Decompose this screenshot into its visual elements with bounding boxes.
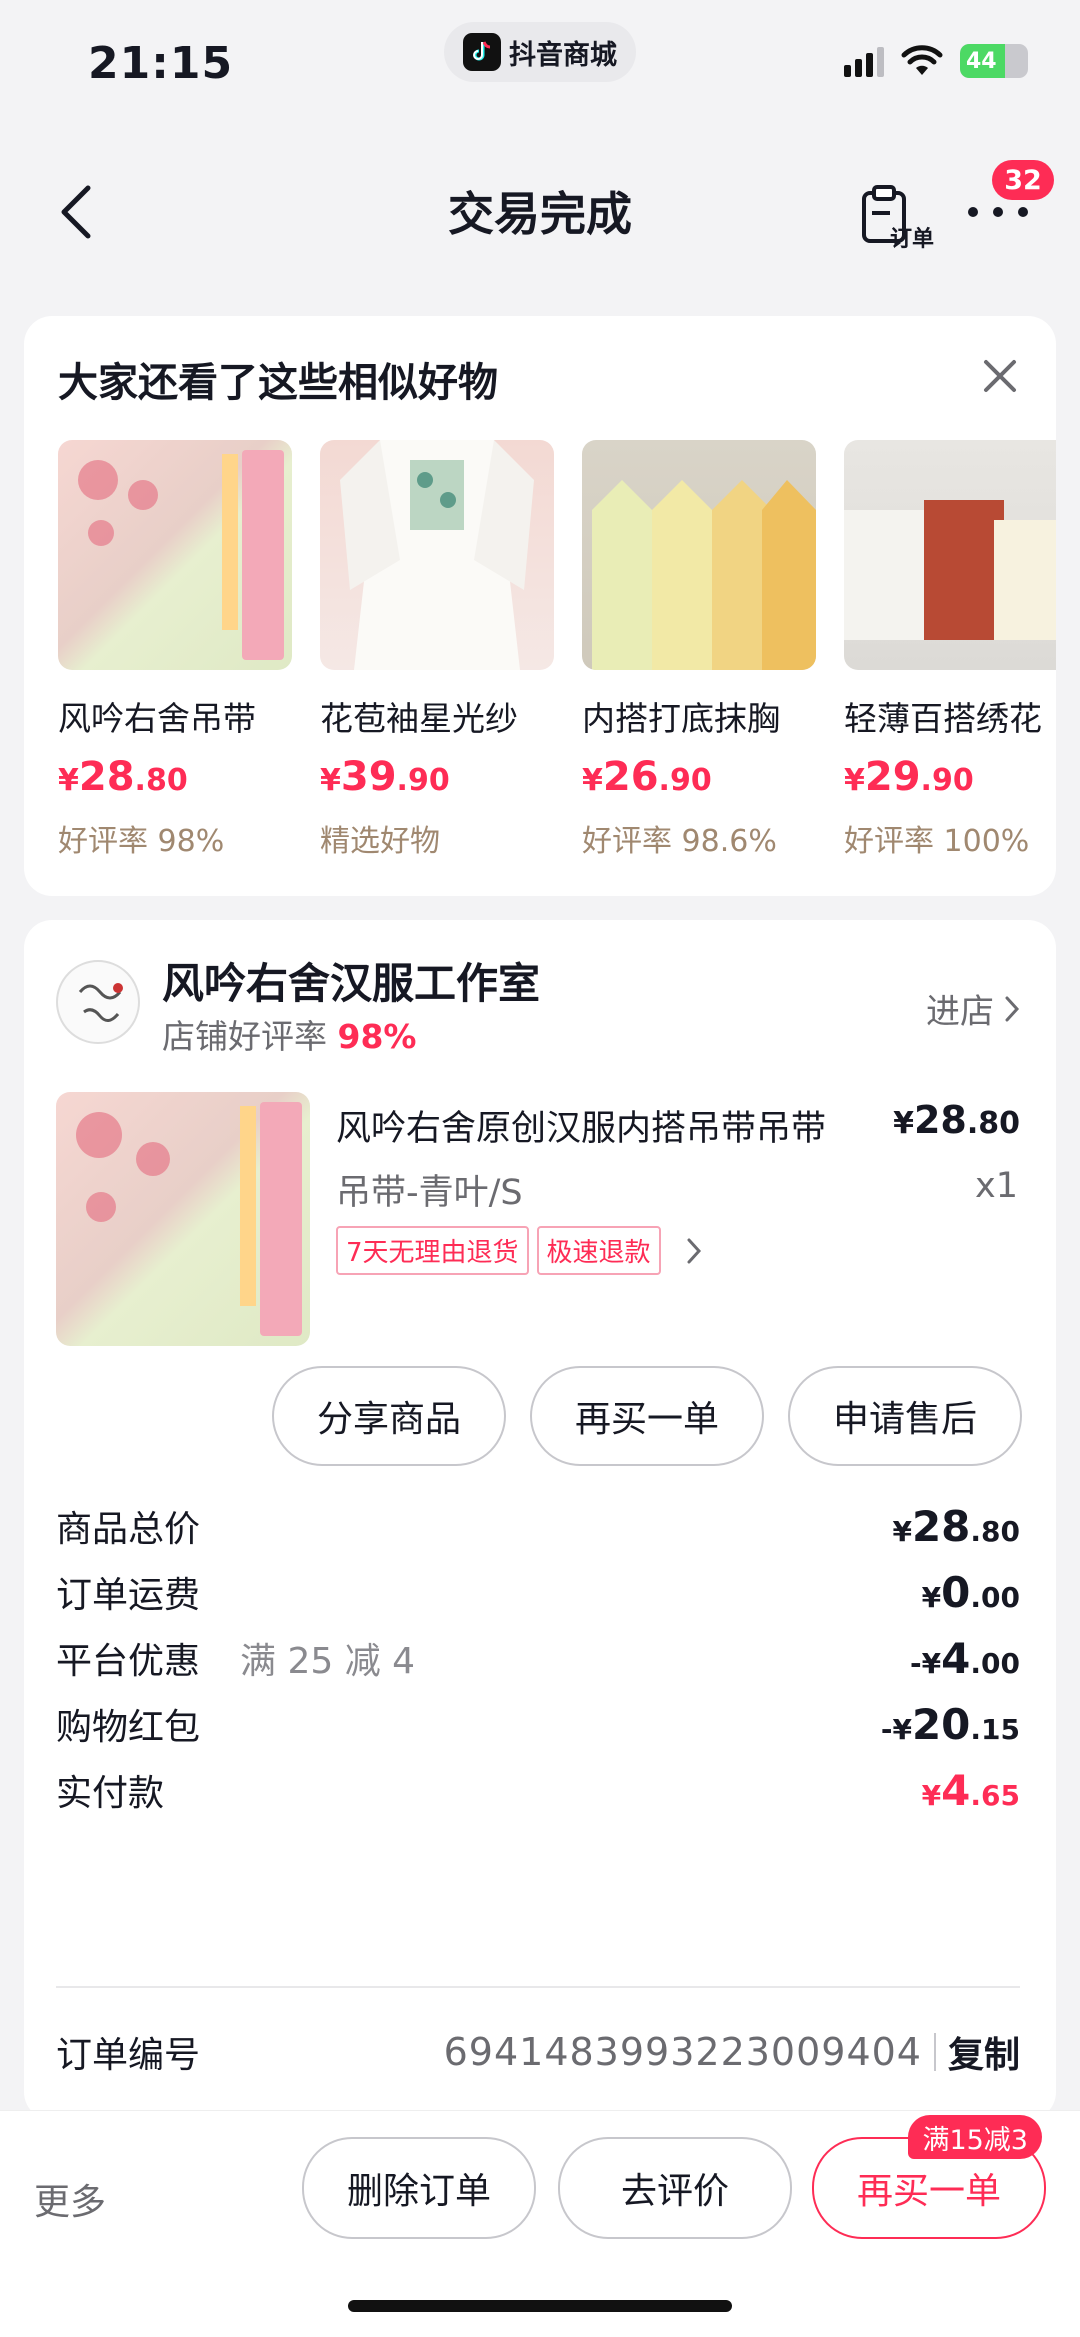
close-icon[interactable] [982,358,1018,394]
battery-icon: 44 [960,44,1028,78]
product-image[interactable] [56,1092,310,1346]
douyin-logo-icon [463,33,501,71]
fee-row-paid: 实付款 ¥4.65 [56,1764,1020,1816]
fee-value: ¥0.00 [921,1567,1020,1617]
fee-label: 购物红包 [56,1707,201,1748]
after-sale-button[interactable]: 申请售后 [788,1366,1022,1466]
fee-label: 商品总价 [56,1509,201,1550]
wifi-icon [901,45,943,75]
recommend-item[interactable]: 轻薄百搭绣花 ¥29.90 好评率 100% [844,440,1056,860]
product-spec: 吊带-青叶/S [336,1173,523,1213]
status-icons: 44 [844,44,1028,78]
order-card: 风吟右舍汉服工作室 店铺好评率 98% 进店 风吟右舍原创汉服内搭吊带吊带 ¥2… [24,920,1056,2120]
order-button[interactable]: 订单 [860,185,950,255]
recommend-item-name: 内搭打底抹胸 [582,699,780,738]
fee-label: 实付款 [56,1773,165,1814]
order-number-row: 订单编号 6941483993223009404 复制 [56,2026,1020,2078]
recommend-item-sub: 精选好物 [320,824,440,859]
recommend-item-price: ¥26.90 [582,754,712,800]
product-quantity: x1 [975,1166,1018,1206]
recommend-title: 大家还看了这些相似好物 [58,360,498,406]
copy-button[interactable]: 复制 [948,2026,1020,2078]
recommend-card: 大家还看了这些相似好物 风吟右舍吊带 ¥28.80 好评率 98% 花苞袖星光纱… [24,316,1056,896]
product-thumbnail [320,440,554,670]
recommend-item-sub: 好评率 100% [844,824,1030,859]
fee-value: -¥4.00 [910,1633,1020,1683]
shop-rating: 店铺好评率 98% [162,1017,417,1056]
recommend-item-name: 风吟右舍吊带 [58,699,256,738]
shop-name[interactable]: 风吟右舍汉服工作室 [162,950,540,1011]
fee-value: -¥20.15 [880,1699,1020,1749]
rebuy-button[interactable]: 再买一单 [530,1366,764,1466]
app-pill[interactable]: 抖音商城 [444,22,636,82]
more-button[interactable]: 更多 [34,2173,106,2225]
cellular-signal-icon [844,45,884,77]
fee-value: ¥28.80 [892,1501,1020,1551]
product-thumbnail [844,440,1056,670]
order-number: 6941483993223009404 [443,2030,922,2074]
recommend-item[interactable]: 花苞袖星光纱 ¥39.90 精选好物 [320,440,554,860]
product-price: ¥28.80 [893,1098,1020,1142]
order-actions: 分享商品 再买一单 申请售后 [272,1366,1022,1466]
promo-badge: 满15减3 [908,2115,1042,2159]
status-time: 21:15 [88,38,234,89]
recommend-item-name: 轻薄百搭绣花 [844,699,1042,738]
recommend-item-sub: 好评率 98% [58,824,225,859]
recommend-item-sub: 好评率 98.6% [582,824,777,859]
chevron-right-icon [1005,996,1020,1021]
tag-return: 7天无理由退货 [336,1226,529,1275]
fee-label: 订单运费 [56,1575,201,1616]
product-thumbnail [582,440,816,670]
battery-level: 44 [966,48,997,74]
order-button-label: 订单 [890,227,935,252]
share-product-button[interactable]: 分享商品 [272,1366,506,1466]
recommend-item[interactable]: 内搭打底抹胸 ¥26.90 好评率 98.6% [582,440,816,860]
tag-fast-refund: 极速退款 [536,1226,661,1275]
product-name[interactable]: 风吟右舍原创汉服内搭吊带吊带 [336,1100,856,1151]
delete-order-button[interactable]: 删除订单 [302,2137,536,2239]
fee-row-red-packet: 购物红包 -¥20.15 [56,1698,1020,1750]
home-indicator[interactable] [348,2300,732,2312]
product-thumbnail [58,440,292,670]
shop-avatar[interactable] [56,960,140,1044]
recommend-item-price: ¥28.80 [58,754,188,800]
enter-shop-label: 进店 [926,992,994,1032]
review-button[interactable]: 去评价 [558,2137,792,2239]
message-badge: 32 [992,160,1054,200]
fee-row-goods-total: 商品总价 ¥28.80 [56,1500,1020,1552]
recommend-item-price: ¥39.90 [320,754,450,800]
fee-label: 平台优惠 [56,1641,201,1682]
fee-value: ¥4.65 [921,1765,1020,1815]
recommend-item-name: 花苞袖星光纱 [320,699,518,738]
fee-note: 满 25 减 4 [240,1641,416,1682]
fee-row-shipping: 订单运费 ¥0.00 [56,1566,1020,1618]
chevron-right-icon [687,1238,701,1263]
recommend-list: 风吟右舍吊带 ¥28.80 好评率 98% 花苞袖星光纱 ¥39.90 精选好物 [58,440,1056,860]
app-pill-label: 抖音商城 [509,39,617,71]
service-tags[interactable]: 7天无理由退货 极速退款 [336,1226,709,1275]
fee-row-platform-discount: 平台优惠 满 25 减 4 -¥4.00 [56,1632,1020,1684]
recommend-item[interactable]: 风吟右舍吊带 ¥28.80 好评率 98% [58,440,292,860]
enter-shop-button[interactable]: 进店 [926,984,1020,1033]
divider [56,1986,1020,1988]
recommend-item-price: ¥29.90 [844,754,974,800]
order-number-label: 订单编号 [56,2035,201,2076]
divider [933,2033,936,2071]
